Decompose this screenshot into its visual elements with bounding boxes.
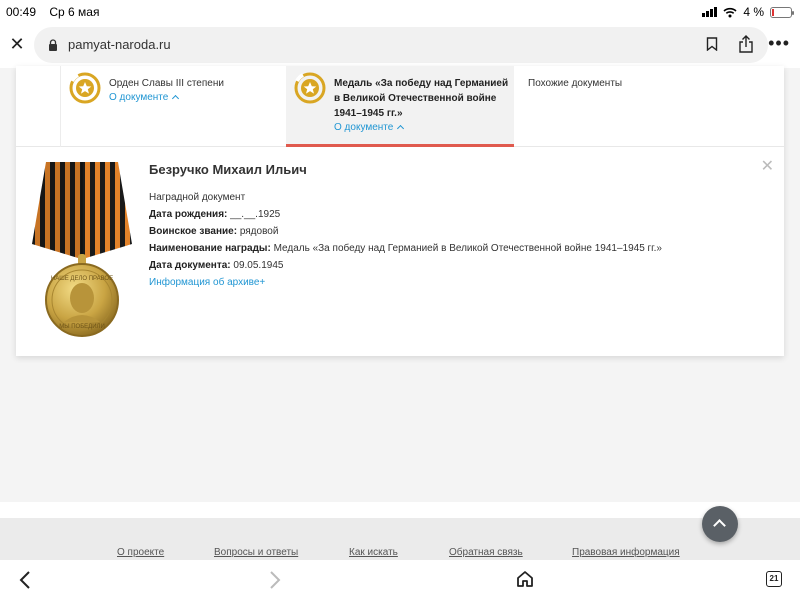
footer-link-feedback[interactable]: Обратная связь bbox=[449, 547, 523, 558]
tab-label: Орден Славы III степени bbox=[109, 78, 224, 89]
footer-link-faq[interactable]: Вопросы и ответы bbox=[214, 547, 298, 558]
rank-row: Воинское звание: рядовой bbox=[149, 226, 279, 237]
person-name: Безручко Михаил Ильич bbox=[149, 162, 307, 177]
award-tabs: Орден Славы III степени О документе Меда… bbox=[16, 66, 784, 147]
chevron-up-icon bbox=[172, 94, 180, 103]
award-card: Орден Славы III степени О документе Меда… bbox=[16, 66, 784, 356]
more-options-icon[interactable]: ••• bbox=[768, 34, 790, 52]
document-date-row: Дата документа: 09.05.1945 bbox=[149, 260, 284, 271]
tab-label: Медаль «За победу над Германией в Велико… bbox=[334, 78, 509, 119]
page-spacer bbox=[0, 502, 800, 518]
award-name-row: Наименование награды: Медаль «За победу … bbox=[149, 243, 662, 254]
close-icon[interactable]: ✕ bbox=[8, 34, 26, 54]
tab-similar-documents[interactable]: Похожие документы bbox=[514, 66, 784, 147]
battery-percent: 4 % bbox=[743, 5, 764, 19]
lock-icon bbox=[49, 39, 57, 51]
chevron-up-icon bbox=[713, 519, 726, 532]
award-icon bbox=[69, 72, 101, 104]
archive-info-link[interactable]: Информация об архиве+ bbox=[149, 274, 769, 291]
cellular-signal-icon bbox=[702, 7, 718, 17]
award-details: Безручко Михаил Ильич Наградной документ… bbox=[149, 162, 769, 291]
status-time: 00:49 bbox=[6, 5, 37, 19]
home-icon[interactable] bbox=[516, 570, 534, 588]
status-bar: 00:49 Ср 6 мая 4 % bbox=[0, 0, 800, 24]
tab-victory-medal[interactable]: Медаль «За победу над Германией в Велико… bbox=[286, 66, 514, 147]
battery-icon bbox=[770, 6, 794, 18]
site-footer: О проекте Вопросы и ответы Как искать Об… bbox=[0, 518, 800, 560]
footer-link-legal[interactable]: Правовая информация bbox=[572, 547, 680, 558]
tab-label: Похожие документы bbox=[528, 78, 623, 89]
about-document-link[interactable]: О документе bbox=[334, 122, 405, 133]
forward-icon[interactable] bbox=[268, 570, 282, 590]
browser-address-bar: ✕ pamyat-naroda.ru ••• bbox=[0, 24, 800, 68]
share-icon[interactable] bbox=[738, 35, 754, 53]
url-text: pamyat-naroda.ru bbox=[68, 37, 171, 52]
browser-toolbar: 21 bbox=[0, 560, 800, 600]
about-document-link[interactable]: О документе bbox=[109, 92, 180, 103]
status-date: Ср 6 мая bbox=[49, 5, 100, 19]
url-field[interactable]: pamyat-naroda.ru bbox=[34, 27, 768, 63]
document-type: Наградной документ bbox=[149, 192, 246, 203]
bookmark-icon[interactable] bbox=[706, 37, 718, 51]
back-icon[interactable] bbox=[18, 570, 32, 590]
medal-top-inscription: НАШЕ ДЕЛО ПРАВОЕ bbox=[51, 276, 113, 282]
footer-link-how-to-search[interactable]: Как искать bbox=[349, 547, 398, 558]
medal-bottom-inscription: МЫ ПОБЕДИЛИ bbox=[59, 324, 105, 330]
award-icon bbox=[294, 72, 326, 104]
tab-switcher-button[interactable]: 21 bbox=[766, 571, 782, 587]
scroll-to-top-button[interactable] bbox=[702, 506, 738, 542]
birth-date-row: Дата рождения: __.__.1925 bbox=[149, 209, 281, 220]
wifi-icon bbox=[723, 7, 737, 17]
medal-image: НАШЕ ДЕЛО ПРАВОЕ МЫ ПОБЕДИЛИ bbox=[32, 162, 132, 337]
footer-link-about[interactable]: О проекте bbox=[117, 547, 164, 558]
chevron-up-icon bbox=[397, 124, 405, 133]
tab-order-of-glory[interactable]: Орден Славы III степени О документе bbox=[60, 66, 286, 147]
